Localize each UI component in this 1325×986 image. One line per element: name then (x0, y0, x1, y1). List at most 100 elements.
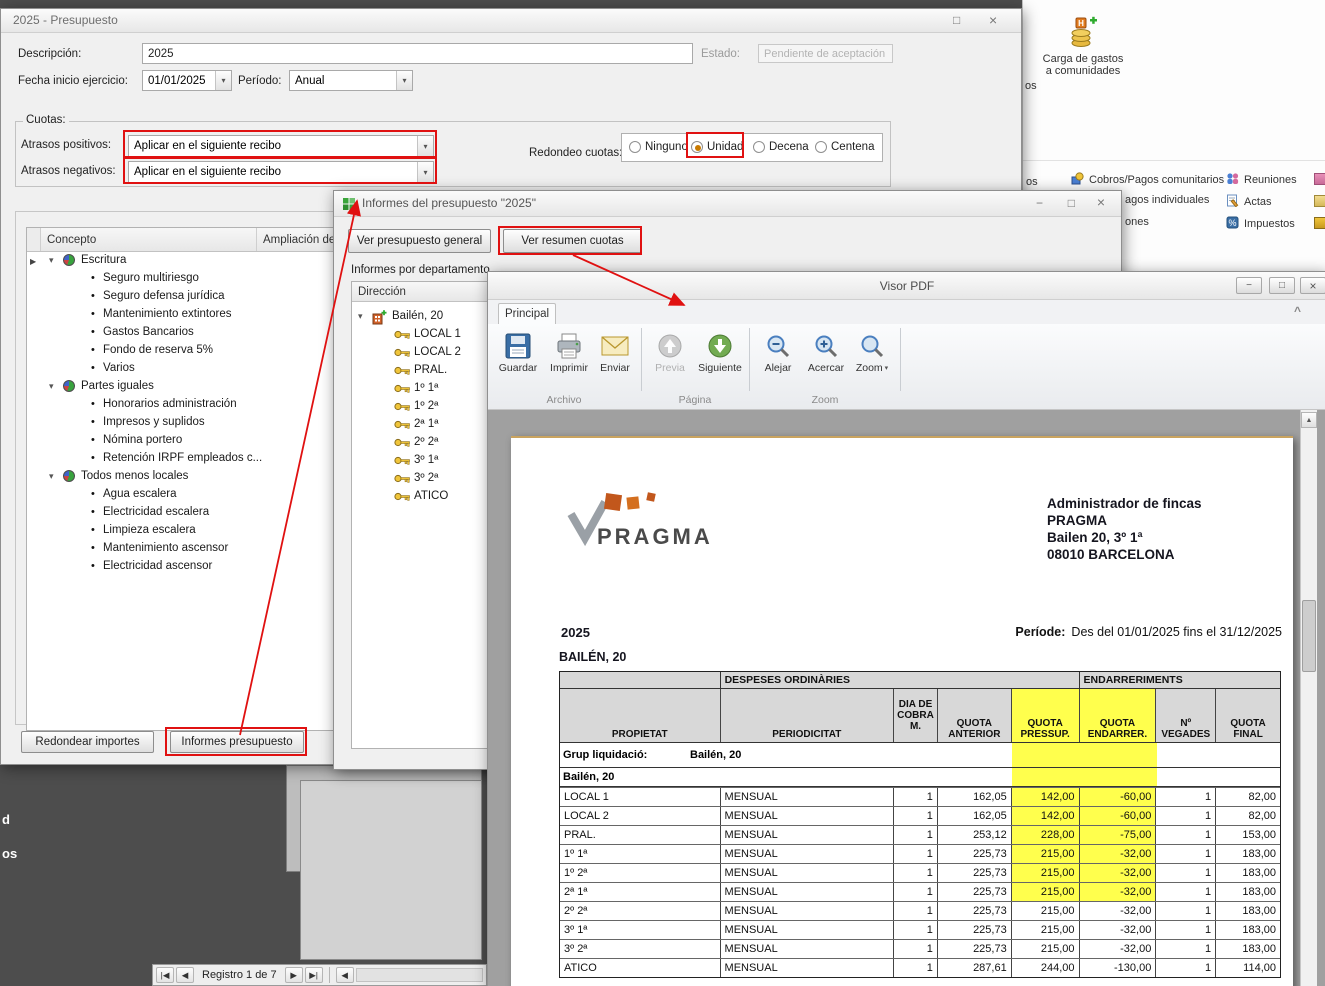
tree-item-label[interactable]: Gastos Bancarios (103, 326, 194, 338)
menu-item-impuestos[interactable]: % Impuestos (1226, 216, 1295, 232)
fecha-inicio-picker[interactable]: 01/01/2025 ▾ (142, 70, 232, 91)
radio-dot[interactable] (753, 141, 765, 153)
desktop: os H Carga de gastos a comunidades os Co… (0, 0, 1325, 986)
informes-presupuesto-button[interactable]: Informes presupuesto (170, 731, 304, 753)
tree-group-label[interactable]: Partes iguales (81, 380, 154, 392)
tree-item-label[interactable]: ATICO (414, 490, 448, 502)
table-cell: 162,05 (937, 788, 1011, 806)
tree-item-label[interactable]: Retención IRPF empleados c... (103, 452, 262, 464)
menu-item-actas[interactable]: Actas (1226, 194, 1272, 210)
expand-icon[interactable]: ▾ (49, 255, 54, 266)
menu-item-pagos-individuales[interactable]: agos individuales (1125, 194, 1209, 206)
tree-group-label[interactable]: Todos menos locales (81, 470, 188, 482)
informes-titlebar[interactable]: Informes del presupuesto "2025" − □ × (334, 191, 1121, 217)
bullet-icon: • (91, 344, 95, 356)
nav-next-button[interactable]: ▶ (285, 967, 303, 983)
ribbon-button-label: Previa (655, 362, 685, 374)
table-row: 2ª 1ªMENSUAL1225,73215,00-32,001183,00 (560, 882, 1280, 901)
ver-presupuesto-general-button[interactable]: Ver presupuesto general (348, 229, 491, 253)
tree-item-label[interactable]: Honorarios administración (103, 398, 237, 410)
tree-item-label[interactable]: Varios (103, 362, 135, 374)
tree-item-label[interactable]: Fondo de reserva 5% (103, 344, 213, 356)
ver-resumen-cuotas-button[interactable]: Ver resumen cuotas (503, 229, 642, 253)
tree-item-label[interactable]: Seguro multiriesgo (103, 272, 199, 284)
expand-icon[interactable]: ▾ (49, 381, 54, 392)
hscroll-track[interactable] (356, 968, 483, 982)
expand-icon[interactable]: ▾ (49, 471, 54, 482)
tree-item-label[interactable]: Electricidad ascensor (103, 560, 212, 572)
tree-item-label[interactable]: 1º 2ª (414, 400, 438, 412)
tree-item-label[interactable]: 1º 1ª (414, 382, 438, 394)
scroll-up-button[interactable]: ▲ (1301, 412, 1317, 428)
tree-item-label[interactable]: 3º 2ª (414, 472, 438, 484)
carga-gastos-button[interactable]: H Carga de gastos a comunidades (1037, 10, 1129, 102)
tree-item-label[interactable]: PRAL. (414, 364, 447, 376)
minimize-button[interactable]: − (1236, 277, 1262, 294)
minimize-icon[interactable]: − (1036, 196, 1043, 210)
enviar-button[interactable]: Enviar (594, 328, 636, 392)
tree-item-label[interactable]: 2ª 1ª (414, 418, 439, 430)
tree-item-label[interactable]: LOCAL 2 (414, 346, 461, 358)
dropdown-icon[interactable]: ▾ (417, 136, 433, 156)
tree-item-label[interactable]: Nómina portero (103, 434, 182, 446)
close-button[interactable]: × (1300, 277, 1325, 294)
maximize-icon[interactable]: □ (953, 13, 960, 27)
dropdown-icon[interactable]: ▾ (396, 71, 412, 90)
nav-prev-button[interactable]: ◀ (176, 967, 194, 983)
radio-dot[interactable] (629, 141, 641, 153)
tree-item-label[interactable]: 2º 2ª (414, 436, 438, 448)
acercar-button[interactable]: Acercar (803, 328, 849, 392)
menu-item-cobros-pagos-comunitarios[interactable]: Cobros/Pagos comunitarios (1071, 172, 1224, 188)
close-icon[interactable]: × (989, 13, 997, 27)
budget-titlebar[interactable]: 2025 - Presupuesto □ × (1, 9, 1021, 33)
table-cell: MENSUAL (720, 826, 894, 844)
tree-item-label[interactable]: Impresos y suplidos (103, 416, 205, 428)
periodo-select[interactable]: Anual ▾ (289, 70, 413, 91)
tree-item-label[interactable]: Limpieza escalera (103, 524, 196, 536)
guardar-button[interactable]: Guardar (496, 328, 540, 392)
tree-item-label[interactable]: Electricidad escalera (103, 506, 209, 518)
tree-item-label[interactable]: 3º 1ª (414, 454, 438, 466)
radio-dot[interactable] (815, 141, 827, 153)
tree-item-label[interactable]: LOCAL 1 (414, 328, 461, 340)
tree-root-label[interactable]: Bailén, 20 (392, 310, 443, 322)
descripcion-input[interactable] (142, 43, 693, 64)
imprimir-button[interactable]: Imprimir (546, 328, 592, 392)
radio-ninguno[interactable]: Ninguno (629, 141, 688, 153)
atrasos-negativos-select[interactable]: Aplicar en el siguiente recibo ▾ (128, 161, 434, 183)
tree-item-label[interactable]: Mantenimiento ascensor (103, 542, 228, 554)
radio-unidad[interactable]: Unidad (691, 141, 743, 153)
menu-item-liquidaciones-fragment[interactable]: ones (1125, 216, 1149, 228)
nav-first-button[interactable]: |◀ (156, 967, 174, 983)
tree-item-label[interactable]: Seguro defensa jurídica (103, 290, 224, 302)
maximize-button[interactable]: □ (1269, 277, 1295, 294)
close-icon[interactable]: × (1097, 195, 1105, 209)
redondear-importes-button[interactable]: Redondear importes (21, 731, 154, 753)
tree-item-label[interactable]: Agua escalera (103, 488, 177, 500)
menu-item-reuniones[interactable]: Reuniones (1226, 172, 1297, 188)
tree-item-label[interactable]: Mantenimiento extintores (103, 308, 231, 320)
pagina-previa-button[interactable]: Previa (649, 328, 691, 392)
expand-icon[interactable]: ▾ (358, 311, 363, 322)
radio-decena[interactable]: Decena (753, 141, 809, 153)
close-icon: × (1309, 279, 1316, 293)
calendar-dropdown-icon[interactable]: ▾ (215, 71, 231, 90)
atrasos-positivos-select[interactable]: Aplicar en el siguiente recibo ▾ (128, 135, 434, 157)
hscroll-left-button[interactable]: ◀ (336, 967, 354, 983)
nav-last-button[interactable]: ▶| (305, 967, 323, 983)
table-header-row: PROPIETAT PERIODICITAT DIA DE COBRA M. Q… (560, 689, 1280, 743)
ribbon-collapse-icon[interactable]: ^ (1294, 304, 1301, 318)
pdf-titlebar[interactable]: Visor PDF − □ × (488, 272, 1325, 300)
dropdown-icon[interactable]: ▾ (417, 162, 433, 182)
pagina-siguiente-button[interactable]: Siguiente (695, 328, 745, 392)
radio-centena[interactable]: Centena (815, 141, 874, 153)
alejar-button[interactable]: Alejar (757, 328, 799, 392)
tab-principal[interactable]: Principal (498, 303, 556, 324)
tree-group-label[interactable]: Escritura (81, 254, 126, 266)
scrollbar-thumb[interactable] (1302, 600, 1316, 672)
pdf-scrollbar[interactable]: ▲ (1300, 410, 1317, 986)
zoom-button[interactable]: Zoom▾ (851, 328, 893, 392)
radio-dot-selected[interactable] (691, 141, 703, 153)
maximize-icon[interactable]: □ (1068, 196, 1075, 210)
column-header-concepto[interactable]: Concepto (41, 228, 257, 251)
